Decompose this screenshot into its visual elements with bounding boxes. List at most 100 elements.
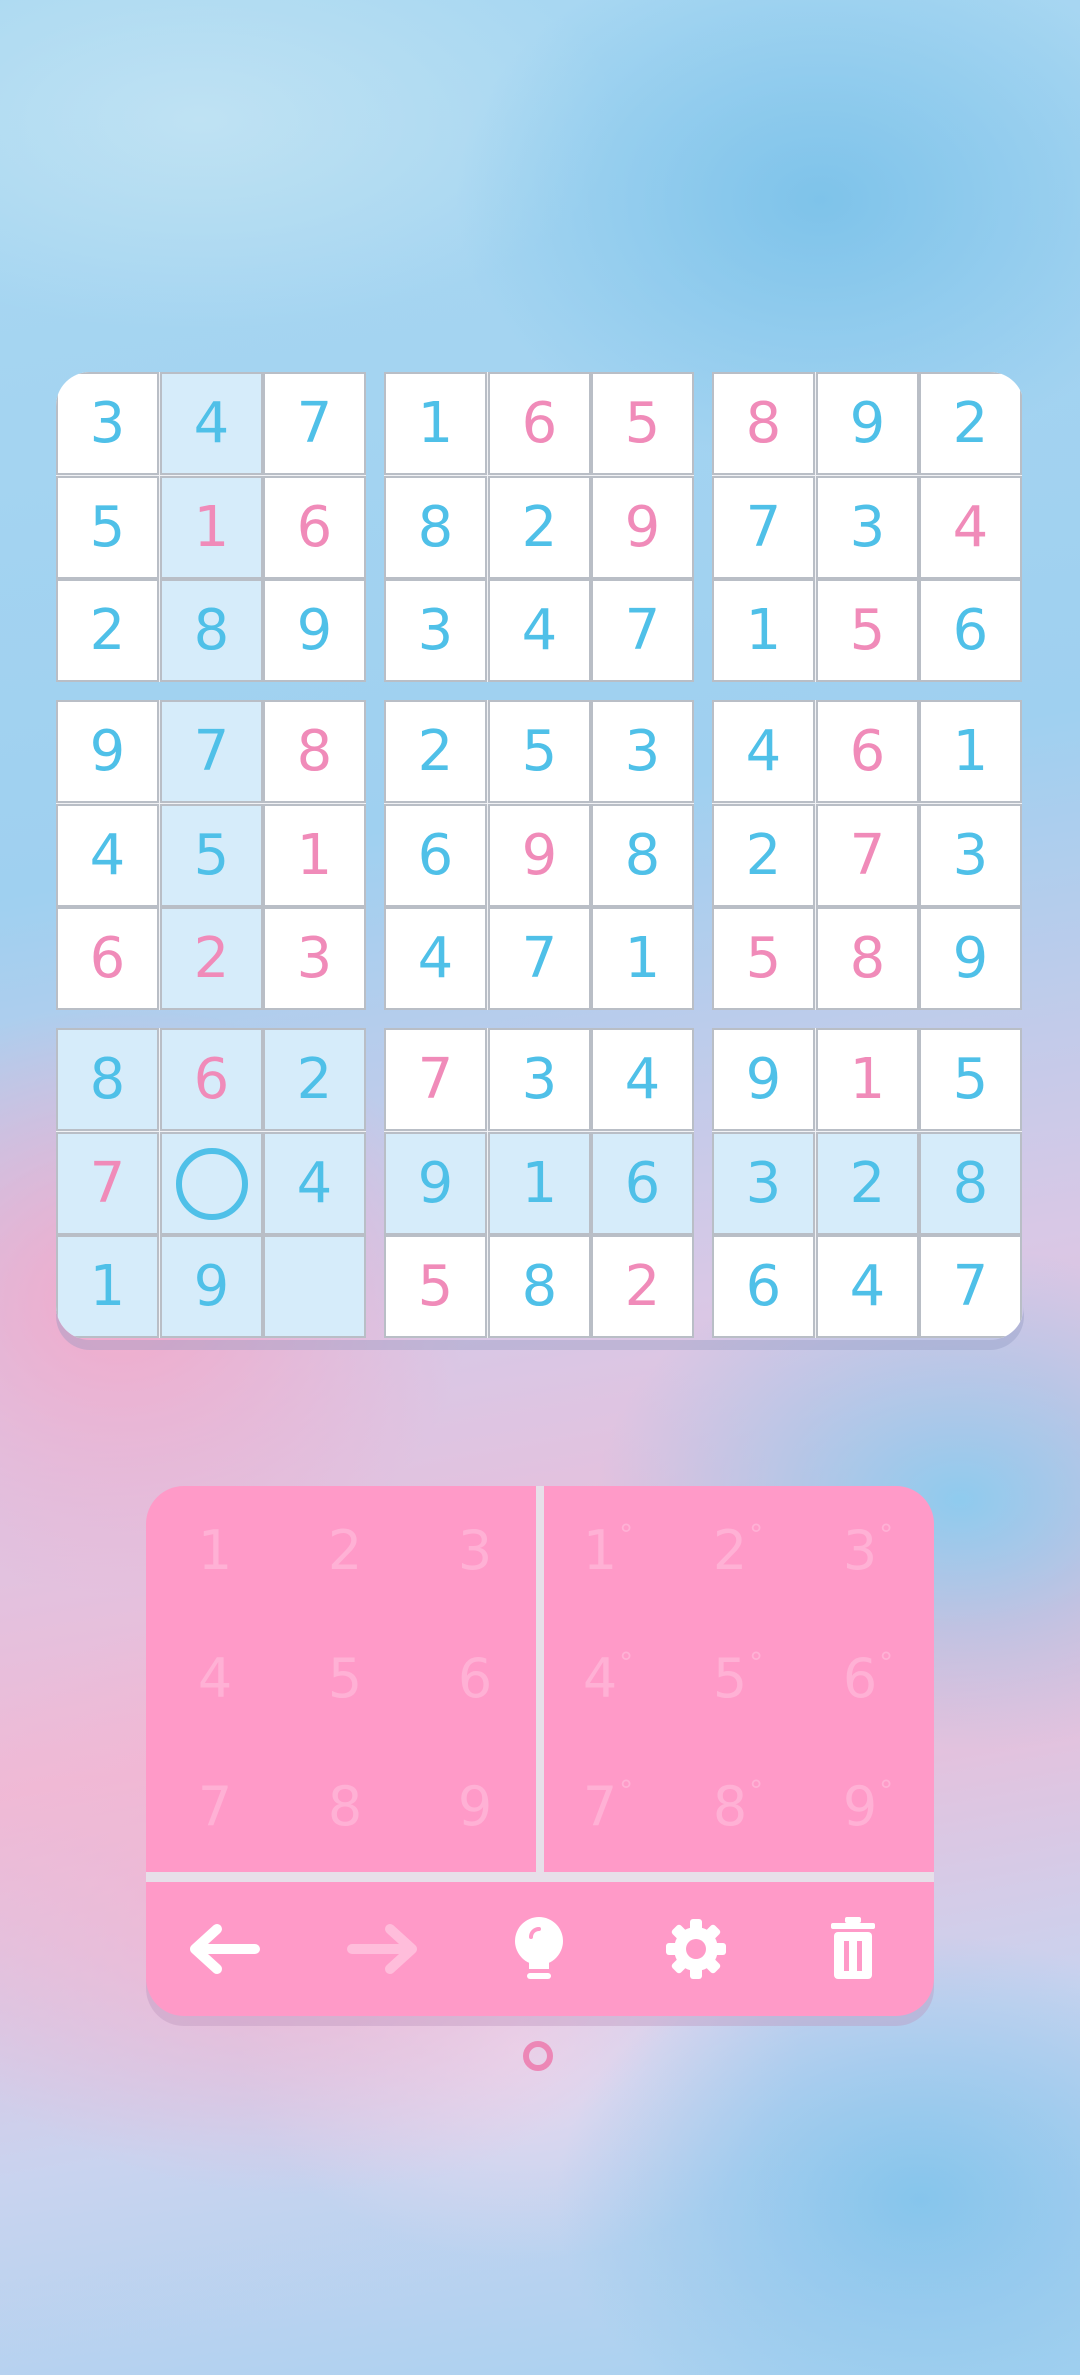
number-key-6[interactable]: 6 xyxy=(410,1614,540,1742)
sudoku-cell[interactable]: 6 xyxy=(56,907,159,1010)
sudoku-cell[interactable]: 6 xyxy=(591,1132,694,1235)
sudoku-cell[interactable]: 4 xyxy=(712,700,815,803)
sudoku-cell[interactable]: 5 xyxy=(384,1235,487,1338)
sudoku-cell[interactable]: 3 xyxy=(56,372,159,475)
sudoku-cell[interactable]: 6 xyxy=(263,476,366,579)
sudoku-cell[interactable]: 4 xyxy=(263,1132,366,1235)
note-key-3[interactable]: 3 ° xyxy=(803,1486,933,1614)
sudoku-cell[interactable]: 2 xyxy=(488,476,591,579)
undo-button[interactable] xyxy=(146,1882,303,2016)
sudoku-cell[interactable]: 2 xyxy=(712,804,815,907)
number-key-7[interactable]: 7 xyxy=(150,1742,280,1870)
sudoku-cell[interactable]: 6 xyxy=(919,579,1022,682)
sudoku-cell[interactable]: 1 xyxy=(816,1028,919,1131)
sudoku-cell[interactable]: 7 xyxy=(160,700,263,803)
sudoku-cell[interactable]: 3 xyxy=(816,476,919,579)
sudoku-cell[interactable]: 1 xyxy=(160,476,263,579)
sudoku-cell[interactable]: 6 xyxy=(816,700,919,803)
sudoku-cell[interactable]: 3 xyxy=(384,579,487,682)
sudoku-cell[interactable]: 5 xyxy=(488,700,591,803)
note-key-7[interactable]: 7 ° xyxy=(543,1742,673,1870)
sudoku-cell[interactable] xyxy=(263,1235,366,1338)
sudoku-cell[interactable]: 4 xyxy=(591,1028,694,1131)
sudoku-cell[interactable]: 4 xyxy=(919,476,1022,579)
sudoku-cell[interactable]: 1 xyxy=(384,372,487,475)
sudoku-cell[interactable]: 5 xyxy=(712,907,815,1010)
note-key-9[interactable]: 9 ° xyxy=(803,1742,933,1870)
number-key-3[interactable]: 3 xyxy=(410,1486,540,1614)
sudoku-cell[interactable]: 9 xyxy=(56,700,159,803)
sudoku-cell[interactable]: 5 xyxy=(591,372,694,475)
number-key-9[interactable]: 9 xyxy=(410,1742,540,1870)
sudoku-cell[interactable]: 8 xyxy=(591,804,694,907)
sudoku-cell[interactable]: 4 xyxy=(816,1235,919,1338)
sudoku-cell[interactable]: 1 xyxy=(919,700,1022,803)
sudoku-cell[interactable]: 5 xyxy=(919,1028,1022,1131)
note-key-1[interactable]: 1 ° xyxy=(543,1486,673,1614)
note-key-6[interactable]: 6 ° xyxy=(803,1614,933,1742)
sudoku-cell[interactable]: 8 xyxy=(712,372,815,475)
sudoku-cell[interactable]: 8 xyxy=(816,907,919,1010)
sudoku-cell[interactable]: 6 xyxy=(712,1235,815,1338)
sudoku-cell[interactable]: 9 xyxy=(712,1028,815,1131)
sudoku-cell[interactable]: 9 xyxy=(488,804,591,907)
sudoku-cell[interactable]: 7 xyxy=(263,372,366,475)
number-key-4[interactable]: 4 xyxy=(150,1614,280,1742)
sudoku-cell[interactable]: 7 xyxy=(919,1235,1022,1338)
settings-button[interactable] xyxy=(617,1882,774,2016)
sudoku-cell[interactable]: 9 xyxy=(263,579,366,682)
note-key-2[interactable]: 2 ° xyxy=(673,1486,803,1614)
sudoku-cell[interactable]: 3 xyxy=(919,804,1022,907)
sudoku-cell[interactable]: 4 xyxy=(384,907,487,1010)
sudoku-cell[interactable]: 1 xyxy=(263,804,366,907)
sudoku-cell[interactable]: 5 xyxy=(56,476,159,579)
sudoku-cell[interactable]: 2 xyxy=(591,1235,694,1338)
sudoku-cell[interactable]: 8 xyxy=(919,1132,1022,1235)
delete-button[interactable] xyxy=(774,1882,931,2016)
sudoku-cell[interactable]: 1 xyxy=(712,579,815,682)
sudoku-cell[interactable]: 7 xyxy=(56,1132,159,1235)
sudoku-cell[interactable]: 3 xyxy=(712,1132,815,1235)
sudoku-cell[interactable]: 2 xyxy=(384,700,487,803)
sudoku-cell[interactable]: 3 xyxy=(591,700,694,803)
sudoku-cell[interactable]: 8 xyxy=(488,1235,591,1338)
sudoku-cell[interactable]: 2 xyxy=(263,1028,366,1131)
page-indicator-dot[interactable] xyxy=(523,2041,553,2071)
sudoku-cell[interactable]: 7 xyxy=(488,907,591,1010)
sudoku-cell[interactable]: 4 xyxy=(488,579,591,682)
sudoku-cell[interactable]: 6 xyxy=(488,372,591,475)
sudoku-cell[interactable]: 7 xyxy=(712,476,815,579)
sudoku-cell[interactable]: 6 xyxy=(384,804,487,907)
sudoku-cell[interactable]: 9 xyxy=(384,1132,487,1235)
sudoku-cell[interactable]: 9 xyxy=(591,476,694,579)
sudoku-cell[interactable]: 7 xyxy=(384,1028,487,1131)
hint-button[interactable] xyxy=(460,1882,617,2016)
sudoku-cell[interactable]: 3 xyxy=(488,1028,591,1131)
sudoku-cell[interactable]: 9 xyxy=(919,907,1022,1010)
sudoku-cell[interactable]: 1 xyxy=(488,1132,591,1235)
sudoku-cell[interactable]: 9 xyxy=(160,1235,263,1338)
sudoku-cell[interactable]: 7 xyxy=(591,579,694,682)
note-key-4[interactable]: 4 ° xyxy=(543,1614,673,1742)
sudoku-cell[interactable]: 8 xyxy=(263,700,366,803)
sudoku-cell[interactable]: 4 xyxy=(56,804,159,907)
number-key-2[interactable]: 2 xyxy=(280,1486,410,1614)
sudoku-cell[interactable]: 5 xyxy=(816,579,919,682)
sudoku-cell[interactable]: 7 xyxy=(816,804,919,907)
sudoku-cell[interactable]: 8 xyxy=(160,579,263,682)
sudoku-cell[interactable]: 1 xyxy=(56,1235,159,1338)
number-key-1[interactable]: 1 xyxy=(150,1486,280,1614)
sudoku-cell[interactable]: 2 xyxy=(816,1132,919,1235)
sudoku-cell[interactable]: 2 xyxy=(160,907,263,1010)
note-key-5[interactable]: 5 ° xyxy=(673,1614,803,1742)
sudoku-cell[interactable]: 2 xyxy=(56,579,159,682)
sudoku-cell[interactable]: 8 xyxy=(384,476,487,579)
sudoku-cell[interactable]: 9 xyxy=(816,372,919,475)
sudoku-cell[interactable] xyxy=(160,1132,263,1235)
number-key-5[interactable]: 5 xyxy=(280,1614,410,1742)
sudoku-cell[interactable]: 8 xyxy=(56,1028,159,1131)
note-key-8[interactable]: 8 ° xyxy=(673,1742,803,1870)
number-key-8[interactable]: 8 xyxy=(280,1742,410,1870)
sudoku-cell[interactable]: 5 xyxy=(160,804,263,907)
sudoku-cell[interactable]: 3 xyxy=(263,907,366,1010)
